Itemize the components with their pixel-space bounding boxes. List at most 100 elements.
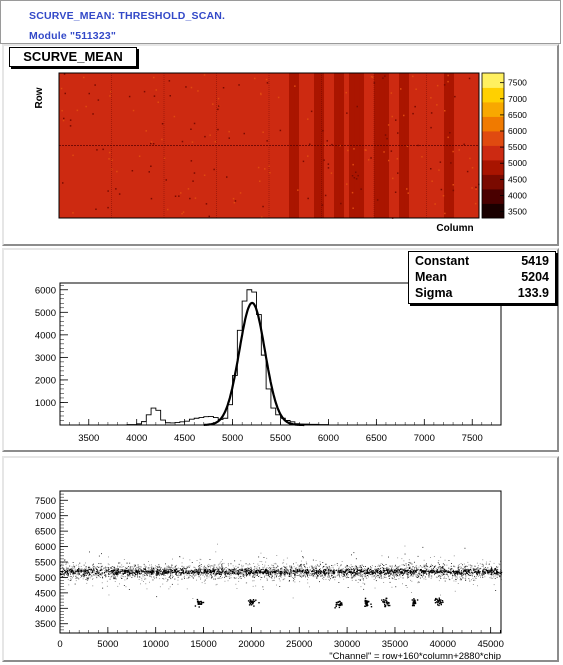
scatter-point [481,573,483,575]
scatter-point [262,566,264,568]
heatmap-pixel [347,149,349,152]
scatter-point [228,568,230,571]
scatter-point [319,571,321,573]
scatter-point [444,577,446,579]
scatter-point [253,600,256,603]
scatter-point [431,576,433,578]
scatter-point [90,571,92,573]
scatter-point [135,569,137,572]
scatter-point [493,562,495,564]
scatter-point [396,570,398,572]
scatter-point [266,575,268,577]
scatter-point [439,575,441,577]
scatter-point [377,574,379,577]
scatter-point [353,571,355,573]
scatter-point [133,564,135,566]
heatmap-pixel [153,76,155,79]
scatter-point [448,576,449,578]
scatter-point [220,577,222,579]
scatter-point [149,581,150,583]
scatter-point [182,557,184,559]
scatter-point [208,576,210,578]
scatter-point [341,604,343,606]
scatter-point [464,565,466,567]
scatter-point [141,579,143,581]
x-tick-label: 4500 [174,433,195,444]
scatter-point [371,567,373,569]
scatter-point [101,566,102,568]
scatter-point [67,579,69,581]
scatter-point [389,570,391,572]
scatter-point [377,572,379,574]
scatter-point [191,575,193,577]
scatter-point [280,568,282,570]
scatter-point [113,575,115,577]
scatter-point [163,570,165,572]
scatter-point [341,570,343,572]
scatter-point [123,559,125,560]
scatter-point [170,572,172,574]
heatmap-pixel [150,197,153,200]
scatter-point [493,570,495,572]
scatter-point [246,570,248,572]
scatter-point [132,569,134,571]
scatter-point [483,569,485,571]
scatter-point [300,560,302,562]
scatter-point [496,573,498,575]
scatter-point [258,565,260,566]
scatter-point [454,571,456,573]
scatter-point [364,572,366,574]
scatter-point [386,568,388,570]
scatter-point [304,574,306,576]
scatter-point [279,570,281,572]
scatter-point [107,570,109,572]
scatter-point [496,567,498,569]
scatter-point [194,605,197,607]
scatter-point [353,576,355,578]
scatter-point [364,570,366,572]
scatter-point [394,571,396,574]
scatter-point [332,577,334,579]
heatmap-pixel [76,109,79,112]
scatter-point [151,572,153,574]
y-tick-label: 2000 [35,375,56,386]
scatter-point [153,576,155,577]
scatter-point [339,577,341,579]
scatter-point [180,569,182,571]
heatmap-pixel [340,202,342,205]
scatter-point [387,569,389,570]
scatter-point [302,576,304,577]
scatter-point [358,579,360,580]
scatter-point [108,568,110,570]
scatter-point [392,577,393,579]
scatter-point [290,575,292,577]
scatter-point [294,575,295,577]
scatter-point [395,566,397,568]
scatter-point [367,567,370,570]
scatter-point [472,567,474,569]
scatter-point [381,599,383,601]
scatter-point [402,575,404,576]
scatter-point [168,569,170,570]
scatter-point [200,577,202,579]
x-tick-label: 35000 [382,639,408,650]
scatter-point [279,580,281,582]
scatter-point [229,575,231,577]
scatter-point [129,569,131,571]
scatter-point [473,568,475,570]
scatter-point [145,571,147,573]
scatter-point [217,543,218,545]
heatmap-pixel [97,99,100,101]
scatter-point [177,576,179,578]
scatter-point [493,572,496,574]
scatter-point [329,569,331,571]
scatter-point [338,571,340,574]
scatter-point [246,568,248,569]
scatter-point [386,601,388,604]
scatter-point [471,573,473,575]
scatter-point [244,577,246,579]
scatter-point [351,566,353,568]
scatter-point [414,602,417,605]
x-tick-label: 30000 [334,639,360,650]
heatmap-pixel [181,212,183,215]
